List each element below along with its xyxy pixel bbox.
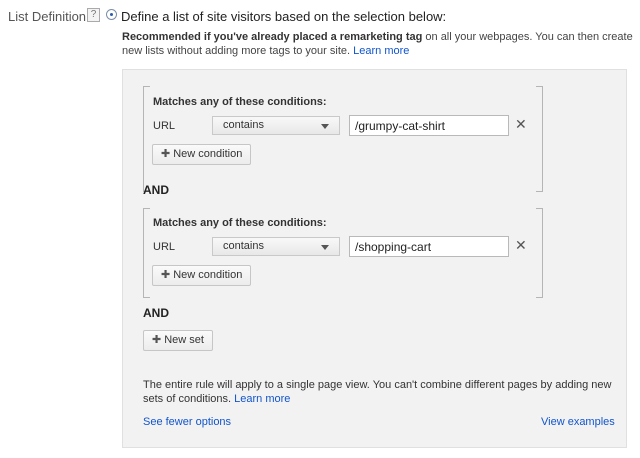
set-2-operator-value: contains — [223, 240, 264, 252]
note-learn-more-link[interactable]: Learn more — [234, 393, 290, 405]
set-1-operator-value: contains — [223, 119, 264, 131]
set-2-bracket-right — [536, 208, 543, 298]
set-2-new-condition-label: New condition — [173, 269, 243, 281]
set-2-operator-select[interactable]: contains — [212, 237, 340, 256]
set-2-value-input[interactable] — [349, 236, 509, 257]
set-1-bracket-left — [143, 86, 150, 192]
define-list-radio-label[interactable]: Define a list of site visitors based on … — [121, 9, 446, 24]
set-2-bracket-left — [143, 208, 150, 298]
set-1-new-condition-label: New condition — [173, 148, 243, 160]
set-1-bracket-right — [536, 86, 543, 192]
see-fewer-options-link[interactable]: See fewer options — [143, 416, 231, 428]
set-1-operator-select[interactable]: contains — [212, 116, 340, 135]
rule-panel: Matches any of these conditions: URL con… — [122, 69, 627, 448]
chevron-down-icon — [321, 245, 329, 250]
set-2-new-condition-button[interactable]: ✚ New condition — [152, 265, 252, 286]
new-set-button[interactable]: ✚ New set — [143, 330, 213, 351]
set-1-new-condition-button[interactable]: ✚ New condition — [152, 144, 252, 165]
and-label-1: AND — [143, 183, 169, 197]
note-text: The entire rule will apply to a single p… — [143, 379, 612, 405]
define-list-radio[interactable] — [106, 9, 117, 20]
view-examples-link[interactable]: View examples — [541, 416, 615, 428]
list-definition-label: List Definition — [8, 9, 87, 24]
plus-icon: ✚ — [161, 269, 171, 281]
single-page-note: The entire rule will apply to a single p… — [143, 378, 613, 406]
help-icon[interactable]: ? — [87, 8, 100, 22]
close-icon[interactable]: ✕ — [515, 237, 527, 254]
set-1-value-input[interactable] — [349, 115, 509, 136]
set-1-title: Matches any of these conditions: — [153, 96, 327, 108]
set-2-title: Matches any of these conditions: — [153, 217, 327, 229]
recommendation-bold: Recommended if you've already placed a r… — [122, 31, 423, 43]
new-set-label: New set — [164, 334, 204, 346]
plus-icon: ✚ — [152, 334, 162, 346]
close-icon[interactable]: ✕ — [515, 116, 527, 133]
set-2-field-label: URL — [153, 241, 176, 253]
recommendation-text: Recommended if you've already placed a r… — [122, 30, 637, 58]
chevron-down-icon — [321, 124, 329, 129]
set-1-field-label: URL — [153, 120, 176, 132]
recommendation-learn-more-link[interactable]: Learn more — [353, 45, 409, 57]
plus-icon: ✚ — [161, 148, 171, 160]
and-label-2: AND — [143, 306, 169, 320]
